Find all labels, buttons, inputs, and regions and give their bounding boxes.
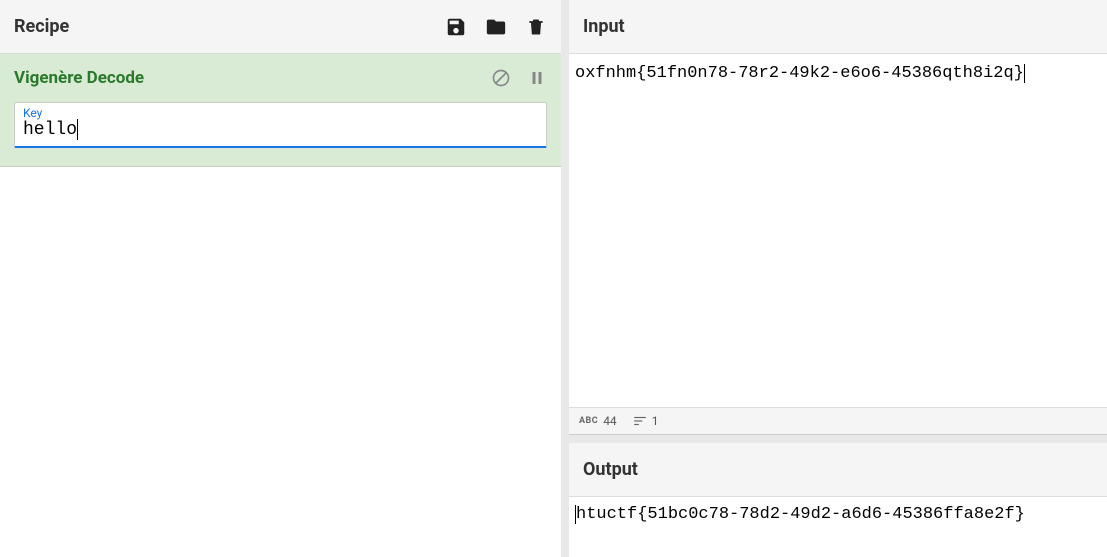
folder-icon[interactable] — [485, 16, 507, 38]
recipe-title: Recipe — [14, 16, 69, 37]
lines-icon — [633, 414, 647, 428]
text-caret — [77, 119, 78, 140]
recipe-header: Recipe — [0, 0, 561, 54]
output-header: Output — [569, 443, 1107, 497]
input-caret — [1024, 64, 1025, 83]
char-count: ABC 44 — [579, 414, 617, 428]
line-count: 1 — [633, 414, 659, 428]
operation-controls — [491, 68, 547, 88]
input-textarea[interactable]: oxfnhm{51fn0n78-78r2-49k2-e6o6-45386qth8… — [569, 54, 1107, 407]
input-text: oxfnhm{51fn0n78-78r2-49k2-e6o6-45386qth8… — [575, 64, 1024, 83]
input-status-bar: ABC 44 1 — [569, 407, 1107, 435]
input-header: Input — [569, 0, 1107, 54]
char-count-value: 44 — [603, 414, 617, 428]
operation-title: Vigenère Decode — [14, 68, 144, 88]
line-count-value: 1 — [652, 414, 659, 428]
key-label: Key — [23, 107, 538, 119]
trash-icon[interactable] — [525, 16, 547, 38]
vertical-splitter[interactable] — [569, 435, 1107, 443]
output-section: Output htuctf{51bc0c78-78d2-49d2-a6d6-45… — [569, 443, 1107, 557]
key-field[interactable]: Key hello — [14, 102, 547, 148]
disable-icon[interactable] — [491, 68, 511, 88]
io-pane: Input oxfnhm{51fn0n78-78r2-49k2-e6o6-453… — [569, 0, 1107, 557]
operation-vigenere-decode[interactable]: Vigenère Decode Key hello — [0, 54, 561, 167]
recipe-toolbar — [445, 16, 547, 38]
output-textarea[interactable]: htuctf{51bc0c78-78d2-49d2-a6d6-45386ffa8… — [569, 497, 1107, 557]
input-title: Input — [583, 16, 625, 37]
output-title: Output — [583, 459, 638, 480]
recipe-body[interactable]: Vigenère Decode Key hello — [0, 54, 561, 557]
operation-header: Vigenère Decode — [14, 68, 547, 88]
pause-icon[interactable] — [527, 68, 547, 88]
recipe-pane: Recipe Vigenère Decode — [0, 0, 569, 557]
save-icon[interactable] — [445, 16, 467, 38]
key-input[interactable]: hello — [23, 120, 77, 140]
abc-icon: ABC — [579, 416, 598, 426]
output-text: htuctf{51bc0c78-78d2-49d2-a6d6-45386ffa8… — [576, 505, 1025, 524]
